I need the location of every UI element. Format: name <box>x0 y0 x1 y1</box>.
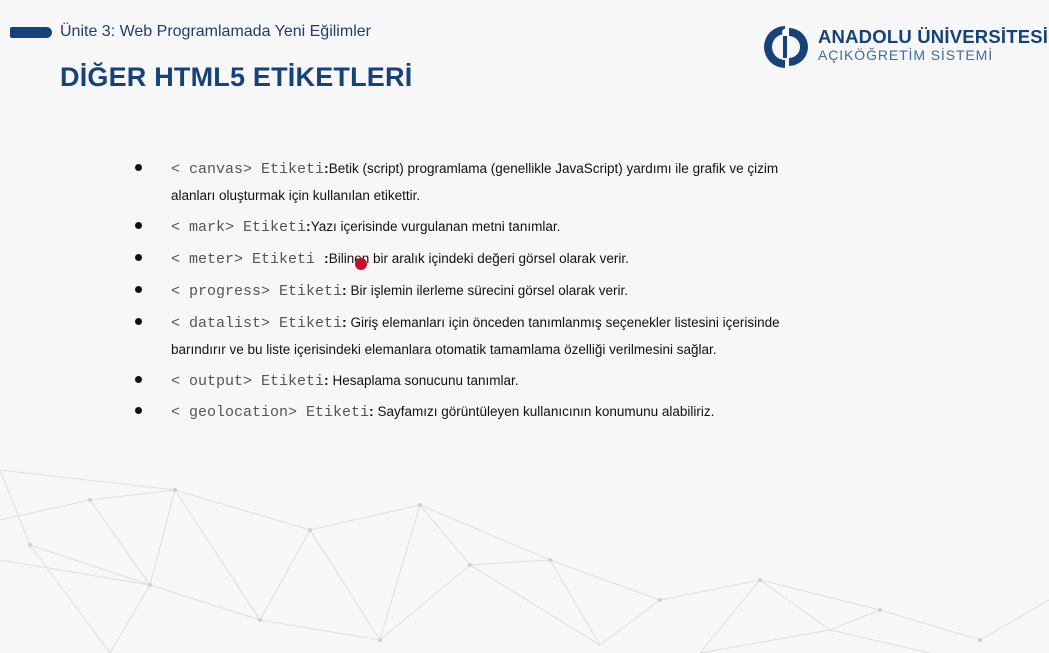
list-item-line: < meter> Etiketi :Bilinen bir aralık içi… <box>171 250 629 268</box>
list-item-line: < canvas> Etiketi:Betik (script) program… <box>171 160 778 178</box>
list-item-line: < datalist> Etiketi: Giriş elemanları iç… <box>171 314 780 332</box>
list-item-line: < progress> Etiketi: Bir işlemin ilerlem… <box>171 282 628 300</box>
list-item-line: < mark> Etiketi:Yazı içerisinde vurgulan… <box>171 218 560 236</box>
html5-tags-list: < canvas> Etiketi:Betik (script) program… <box>0 0 1049 653</box>
tag-name: < canvas> Etiketi <box>171 161 325 178</box>
bullet-icon <box>135 254 142 261</box>
bullet-icon <box>135 222 142 229</box>
list-item-line: < geolocation> Etiketi: Sayfamızı görünt… <box>171 403 714 421</box>
bullet-icon <box>135 376 142 383</box>
bullet-icon <box>135 164 142 171</box>
tag-description: Sayfamızı görüntüleyen kullanıcının konu… <box>373 404 715 419</box>
bullet-icon <box>135 318 142 325</box>
tag-name: < progress> Etiketi <box>171 283 343 300</box>
tag-description-continued: barındırır ve bu liste içerisindeki elem… <box>171 342 717 357</box>
tag-name: < output> Etiketi <box>171 373 325 390</box>
tag-name: < datalist> Etiketi <box>171 315 343 332</box>
bullet-icon <box>135 407 142 414</box>
tag-name: < meter> Etiketi <box>171 251 325 268</box>
tag-name: < mark> Etiketi <box>171 219 307 236</box>
tag-description: Bilinen bir aralık içindeki değeri görse… <box>328 251 629 266</box>
bullet-icon <box>135 286 142 293</box>
tag-description: Bir işlemin ilerleme sürecini görsel ola… <box>346 283 629 298</box>
tag-description: Hesaplama sonucunu tanımlar. <box>328 373 519 388</box>
tag-description: Yazı içerisinde vurgulanan metni tanımla… <box>310 219 561 234</box>
tag-description: Giriş elemanları için önceden tanımlanmı… <box>346 315 780 330</box>
tag-description-continued: alanları oluşturmak için kullanılan etik… <box>171 188 421 203</box>
list-item-line: < output> Etiketi: Hesaplama sonucunu ta… <box>171 372 519 390</box>
tag-description: Betik (script) programlama (genellikle J… <box>328 161 779 176</box>
laser-pointer-dot <box>355 258 367 270</box>
tag-name: < geolocation> Etiketi <box>171 404 370 421</box>
